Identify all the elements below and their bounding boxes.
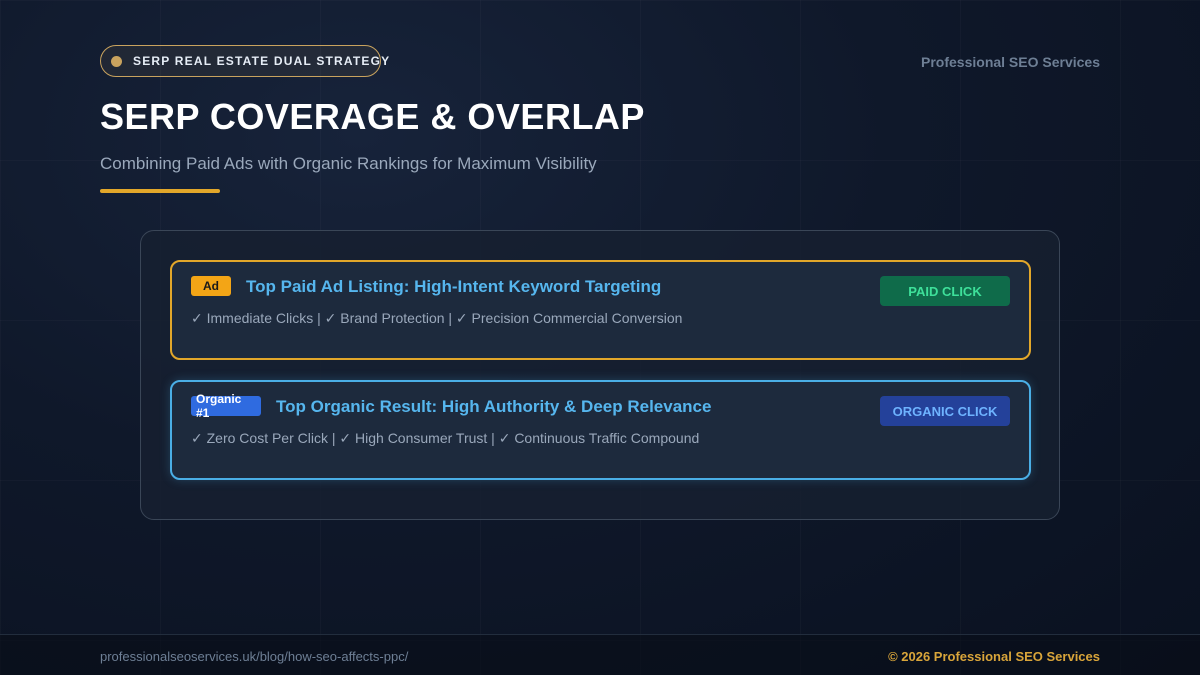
page-subtitle: Combining Paid Ads with Organic Rankings…	[100, 154, 597, 173]
strategy-pill-label: SERP REAL ESTATE DUAL STRATEGY	[133, 54, 391, 68]
organic-result-title: Top Organic Result: High Authority & Dee…	[276, 397, 712, 416]
serp-panel: Ad Top Paid Ad Listing: High-Intent Keyw…	[140, 230, 1060, 520]
paid-ad-benefits: ✓ Immediate Clicks | ✓ Brand Protection …	[191, 310, 683, 326]
dot-icon	[111, 55, 122, 67]
ad-badge: Ad	[191, 276, 231, 296]
title-underline	[100, 189, 220, 193]
organic-click-button[interactable]: ORGANIC CLICK	[880, 396, 1010, 426]
brand-name: Professional SEO Services	[921, 54, 1100, 70]
paid-ad-card: Ad Top Paid Ad Listing: High-Intent Keyw…	[170, 260, 1031, 360]
organic-result-card: Organic #1 Top Organic Result: High Auth…	[170, 380, 1031, 480]
footer: professionalseoservices.uk/blog/how-seo-…	[0, 634, 1200, 675]
page-title: SERP COVERAGE & OVERLAP	[100, 96, 645, 137]
footer-copyright: © 2026 Professional SEO Services	[888, 649, 1100, 664]
footer-url[interactable]: professionalseoservices.uk/blog/how-seo-…	[100, 649, 408, 664]
paid-ad-title: Top Paid Ad Listing: High-Intent Keyword…	[246, 277, 662, 296]
organic-result-benefits: ✓ Zero Cost Per Click | ✓ High Consumer …	[191, 430, 700, 446]
organic-badge: Organic #1	[191, 392, 261, 420]
strategy-pill: SERP REAL ESTATE DUAL STRATEGY	[100, 45, 389, 77]
paid-click-button[interactable]: PAID CLICK	[880, 276, 1010, 306]
